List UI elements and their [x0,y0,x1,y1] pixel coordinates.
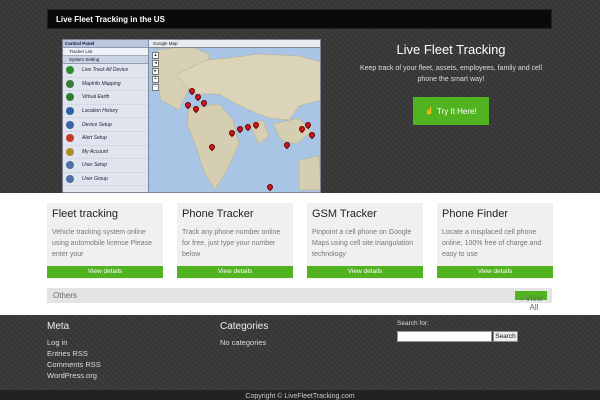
feature-card-text: Pinpoint a cell phone on Google Maps usi… [312,229,414,258]
meta-link[interactable]: Log in [47,338,67,347]
control-panel-item-label: Device Setup [82,121,112,128]
pan-left-icon[interactable]: ◂ [152,60,159,67]
top-header-bar: Live Fleet Tracking in the US [47,9,552,29]
meta-heading: Meta [47,321,70,332]
control-panel-item-label: Live Track All Device [82,67,129,74]
view-details-button[interactable]: View details [177,266,293,278]
map-title: Google Map [149,40,320,48]
control-panel-item-icon [66,66,74,75]
view-details-button[interactable]: View details [47,266,163,278]
zoom-in-icon[interactable]: + [152,76,159,83]
search-button[interactable]: Search [493,331,518,342]
control-panel-item-label: Virtual Earth [82,94,110,101]
try-it-button[interactable]: ☝ Try It Here! [413,97,489,125]
pan-right-icon[interactable]: ▸ [152,68,159,75]
meta-link[interactable]: Entries RSS [47,349,88,358]
feature-card-title[interactable]: Fleet tracking [52,208,118,220]
control-panel-item-icon [66,93,74,102]
others-label: Others [53,291,78,300]
chevron-right-icon: › [521,294,524,303]
feature-card-title[interactable]: Phone Tracker [182,208,254,220]
map-zoom-controls[interactable]: ▴ ◂ ▸ + − [152,52,160,92]
hero-title: Live Fleet Tracking [396,42,506,57]
search-input[interactable] [397,331,492,342]
control-panel-item-label: User Group [82,176,108,183]
control-panel: Control Panel Tracker List System Settin… [63,40,149,192]
feature-card-title[interactable]: GSM Tracker [312,208,377,220]
control-panel-item-icon [66,161,74,170]
control-panel-item-label: Alert Setup [82,135,107,142]
system-setting-header: System Setting [63,56,148,64]
control-panel-item[interactable]: Live Track All Device [63,64,148,78]
control-panel-item-icon [66,120,74,129]
view-all-button[interactable]: View All › [515,291,547,312]
copyright-text: Copyright © LiveFleetTracking.com [245,393,355,400]
categories-heading: Categories [220,321,269,332]
meta-link[interactable]: Comments RSS [47,360,101,369]
control-panel-item-label: Location History [82,108,118,115]
hand-icon: ☝ [425,108,434,115]
view-details-button[interactable]: View details [307,266,423,278]
pan-up-icon[interactable]: ▴ [152,52,159,59]
control-panel-item-icon [66,175,74,184]
control-panel-item[interactable]: MapInfo Mapping [63,78,148,92]
search-label: Search for: [397,320,429,327]
control-panel-title: Control Panel [63,40,148,48]
meta-link[interactable]: WordPress.org [47,371,97,380]
control-panel-item[interactable]: Location History [63,105,148,119]
feature-card-text: Locate a misplaced cell phone online, 10… [442,229,542,258]
control-panel-item[interactable]: Device Setup [63,118,148,132]
control-panel-item[interactable]: My Account [63,146,148,160]
world-map-image [154,45,320,191]
categories-text: No categories [220,338,267,347]
app-screenshot: Control Panel Tracker List System Settin… [62,39,321,193]
feature-card-text: Track any phone number online for free, … [182,229,281,258]
control-panel-item-icon [66,134,74,143]
site-title[interactable]: Live Fleet Tracking in the US [56,15,165,24]
control-panel-item[interactable]: User Setup [63,159,148,173]
hero-subtitle: Keep track of your fleet, assets, employ… [359,65,543,83]
control-panel-item-label: User Setup [82,162,108,169]
others-bar: Others View All › [47,288,552,312]
control-panel-item-icon [66,79,74,88]
control-panel-item-label: My Account [82,148,108,155]
zoom-out-icon[interactable]: − [152,84,159,91]
control-panel-item-icon [66,107,74,116]
tracker-list-header: Tracker List [63,48,148,56]
google-map: Google Map ▴ ◂ ▸ + − [149,40,320,192]
feature-card-text: Vehicle tracking system online using aut… [52,229,153,258]
control-panel-item[interactable]: User Group [63,173,148,187]
try-it-label: Try It Here! [437,106,477,116]
copyright-bar: Copyright © LiveFleetTracking.com [0,390,600,400]
control-panel-item-icon [66,147,74,156]
view-details-button[interactable]: View details [437,266,553,278]
control-panel-item[interactable]: Alert Setup [63,132,148,146]
control-panel-item[interactable]: Virtual Earth [63,91,148,105]
feature-card-title[interactable]: Phone Finder [442,208,508,220]
control-panel-item-label: MapInfo Mapping [82,80,121,87]
